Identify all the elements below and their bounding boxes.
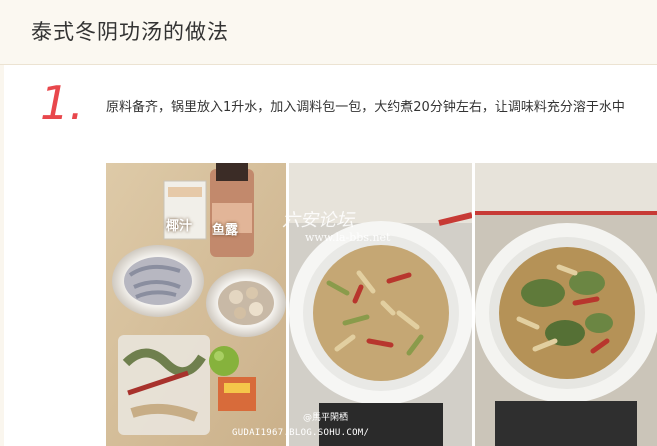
photo-credit: GUDAI1967.BLOG.SOHU.COM/	[232, 428, 370, 438]
watermark-brand: 六安论坛	[282, 210, 354, 231]
recipe-header: 泰式冬阴功汤的做法	[0, 0, 657, 65]
coconut-label: 椰汁	[166, 219, 193, 234]
pot-illustration-2	[475, 163, 657, 446]
ingredients-illustration	[106, 163, 286, 446]
step-description: 原料备齐，锅里放入1升水，加入调料包一包，大约煮20分钟左右，让调味料充分溶于水…	[106, 100, 625, 115]
ingredients-photo: 椰汁 鱼露	[106, 163, 286, 446]
photo-seal: @馬平閑栖	[303, 413, 349, 423]
fish-sauce-label: 鱼露	[212, 223, 239, 238]
page-title: 泰式冬阴功汤的做法	[31, 20, 229, 44]
watermark-site: www.la-bbs.net	[305, 231, 391, 244]
pot-photo-2	[475, 163, 657, 446]
step-number: 1.	[40, 76, 84, 130]
